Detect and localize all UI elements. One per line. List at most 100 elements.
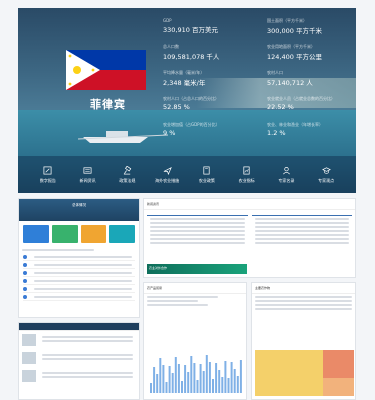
list-body	[19, 349, 139, 367]
stat-population: 总人口数 109,581,078 千人	[163, 44, 219, 61]
filter-bar	[22, 249, 94, 251]
section-nav: 数字报告 新闻资讯 政策法规 海外农业措施 农业政策 农业指标 专家名录 专家观…	[18, 156, 356, 193]
treemap-cell	[323, 350, 354, 378]
card-blue	[23, 225, 49, 243]
thumbnail-treemap[interactable]: 主要农作物	[251, 282, 356, 400]
list-line	[42, 376, 133, 378]
promo-banner[interactable]: 农业对外合作	[147, 264, 247, 274]
nav-overseas-measures[interactable]: 海外农业措施	[152, 166, 182, 184]
list-line	[42, 372, 133, 374]
list-lines	[39, 370, 136, 382]
country-name: 菲律宾	[90, 98, 126, 111]
chart-title: 农产品贸易	[147, 286, 163, 290]
nav-agri-policy[interactable]: 农业政策	[192, 166, 222, 184]
stat-label: GDP	[163, 18, 172, 23]
dashboard-cards	[19, 221, 139, 247]
book-icon	[203, 166, 210, 174]
chart-bar	[196, 380, 199, 393]
dashboard-table	[23, 253, 135, 301]
page: 菲律宾 GDP 330,910 百万美元 国土面积（平方千米） 300,000 …	[0, 0, 375, 400]
info-line	[147, 300, 198, 302]
row-placeholder	[34, 263, 132, 266]
chart-bar	[224, 361, 227, 393]
news-icon	[83, 166, 92, 174]
nav-label: 专家名录	[278, 177, 295, 183]
nav-policy[interactable]: 政策法规	[112, 165, 142, 184]
thumbnail-list[interactable]	[18, 322, 140, 400]
chart-bar	[177, 364, 180, 393]
nav-label: 新闻资讯	[79, 177, 96, 183]
stat-value: 2,348 毫米/年	[163, 79, 206, 87]
nav-indicators[interactable]: 农业指标	[232, 166, 262, 184]
list-body	[19, 367, 139, 385]
thumbnail-dashboard[interactable]: 总体情况	[18, 198, 140, 318]
chart-bar	[156, 374, 159, 393]
nav-expert-views[interactable]: 专家观点	[311, 166, 341, 184]
news-header: 新闻资讯	[144, 199, 355, 210]
list-line	[255, 308, 352, 310]
card-green	[51, 225, 78, 243]
nav-label: 政策法规	[119, 177, 136, 183]
nav-label: 海外农业措施	[155, 177, 180, 183]
list-line	[255, 304, 352, 306]
news-line	[150, 226, 245, 228]
chart-bar	[150, 383, 152, 393]
stat-value: 9 %	[163, 129, 176, 137]
info-line	[147, 296, 219, 298]
stat-value: 124,400 平方公里	[267, 53, 322, 61]
chart-bar	[230, 362, 233, 393]
thumbnail-trade-chart[interactable]: 农产品贸易	[143, 282, 247, 400]
divider	[251, 215, 352, 216]
promo-text: 农业对外合作	[149, 266, 168, 270]
nav-experts[interactable]: 专家名录	[271, 166, 301, 184]
nav-label: 数字报告	[39, 177, 56, 183]
philippines-flag-icon	[66, 50, 146, 90]
stat-agri-land: 农业用地面积（平方千米） 124,400 平方公里	[267, 44, 322, 61]
news-line	[150, 230, 245, 232]
boat-image	[78, 131, 168, 143]
table-row	[23, 253, 135, 261]
list-line	[255, 300, 352, 302]
cap-icon	[321, 166, 331, 174]
row-placeholder	[34, 255, 132, 258]
table-row	[23, 285, 135, 293]
treemap-cell	[323, 378, 354, 396]
chart-bar	[202, 371, 205, 393]
stat-land-area: 国土面积（平方千米） 300,000 平方千米	[267, 18, 322, 35]
table-row	[23, 277, 135, 285]
stat-label: 国土面积（平方千米）	[267, 18, 307, 23]
news-line	[254, 226, 349, 228]
table-row	[23, 269, 135, 277]
list-lines	[39, 334, 136, 346]
list-body	[19, 331, 139, 349]
list-thumb	[22, 370, 36, 382]
thumbnail-news[interactable]: 新闻资讯 农业对外合作	[143, 198, 356, 278]
nav-digital-report[interactable]: 数字报告	[33, 166, 63, 184]
trade-bar-chart	[150, 355, 242, 393]
stat-label: 总人口数	[163, 44, 179, 49]
stat-label: 农村人口（占总人口的百分比）	[163, 96, 219, 101]
chart-bar	[193, 363, 196, 393]
stat-label: 农业用地面积（平方千米）	[267, 44, 315, 49]
stat-label: 农业增加值（占GDP的百分比）	[163, 122, 220, 127]
news-column-right	[251, 213, 352, 246]
edit-icon	[43, 166, 52, 174]
chart-bar	[159, 358, 162, 393]
table-row	[23, 293, 135, 301]
expert-icon	[282, 166, 290, 174]
list-line	[42, 340, 133, 342]
row-placeholder	[34, 295, 132, 298]
chart-bar	[190, 356, 193, 393]
stat-label: 平均降水量（毫米/年）	[163, 70, 205, 75]
news-line	[254, 218, 349, 220]
chart-bar	[184, 365, 187, 393]
chart-bar	[199, 364, 202, 393]
stat-value: 109,581,078 千人	[163, 53, 220, 61]
nav-label: 农业指标	[238, 177, 255, 183]
row-placeholder	[34, 271, 132, 274]
status-dot	[23, 270, 27, 275]
stat-label: 农业、林业和渔业（年增长率）	[267, 122, 323, 127]
nav-news[interactable]: 新闻资讯	[73, 166, 103, 184]
list-thumb	[22, 352, 36, 364]
chart-bar	[174, 357, 177, 393]
